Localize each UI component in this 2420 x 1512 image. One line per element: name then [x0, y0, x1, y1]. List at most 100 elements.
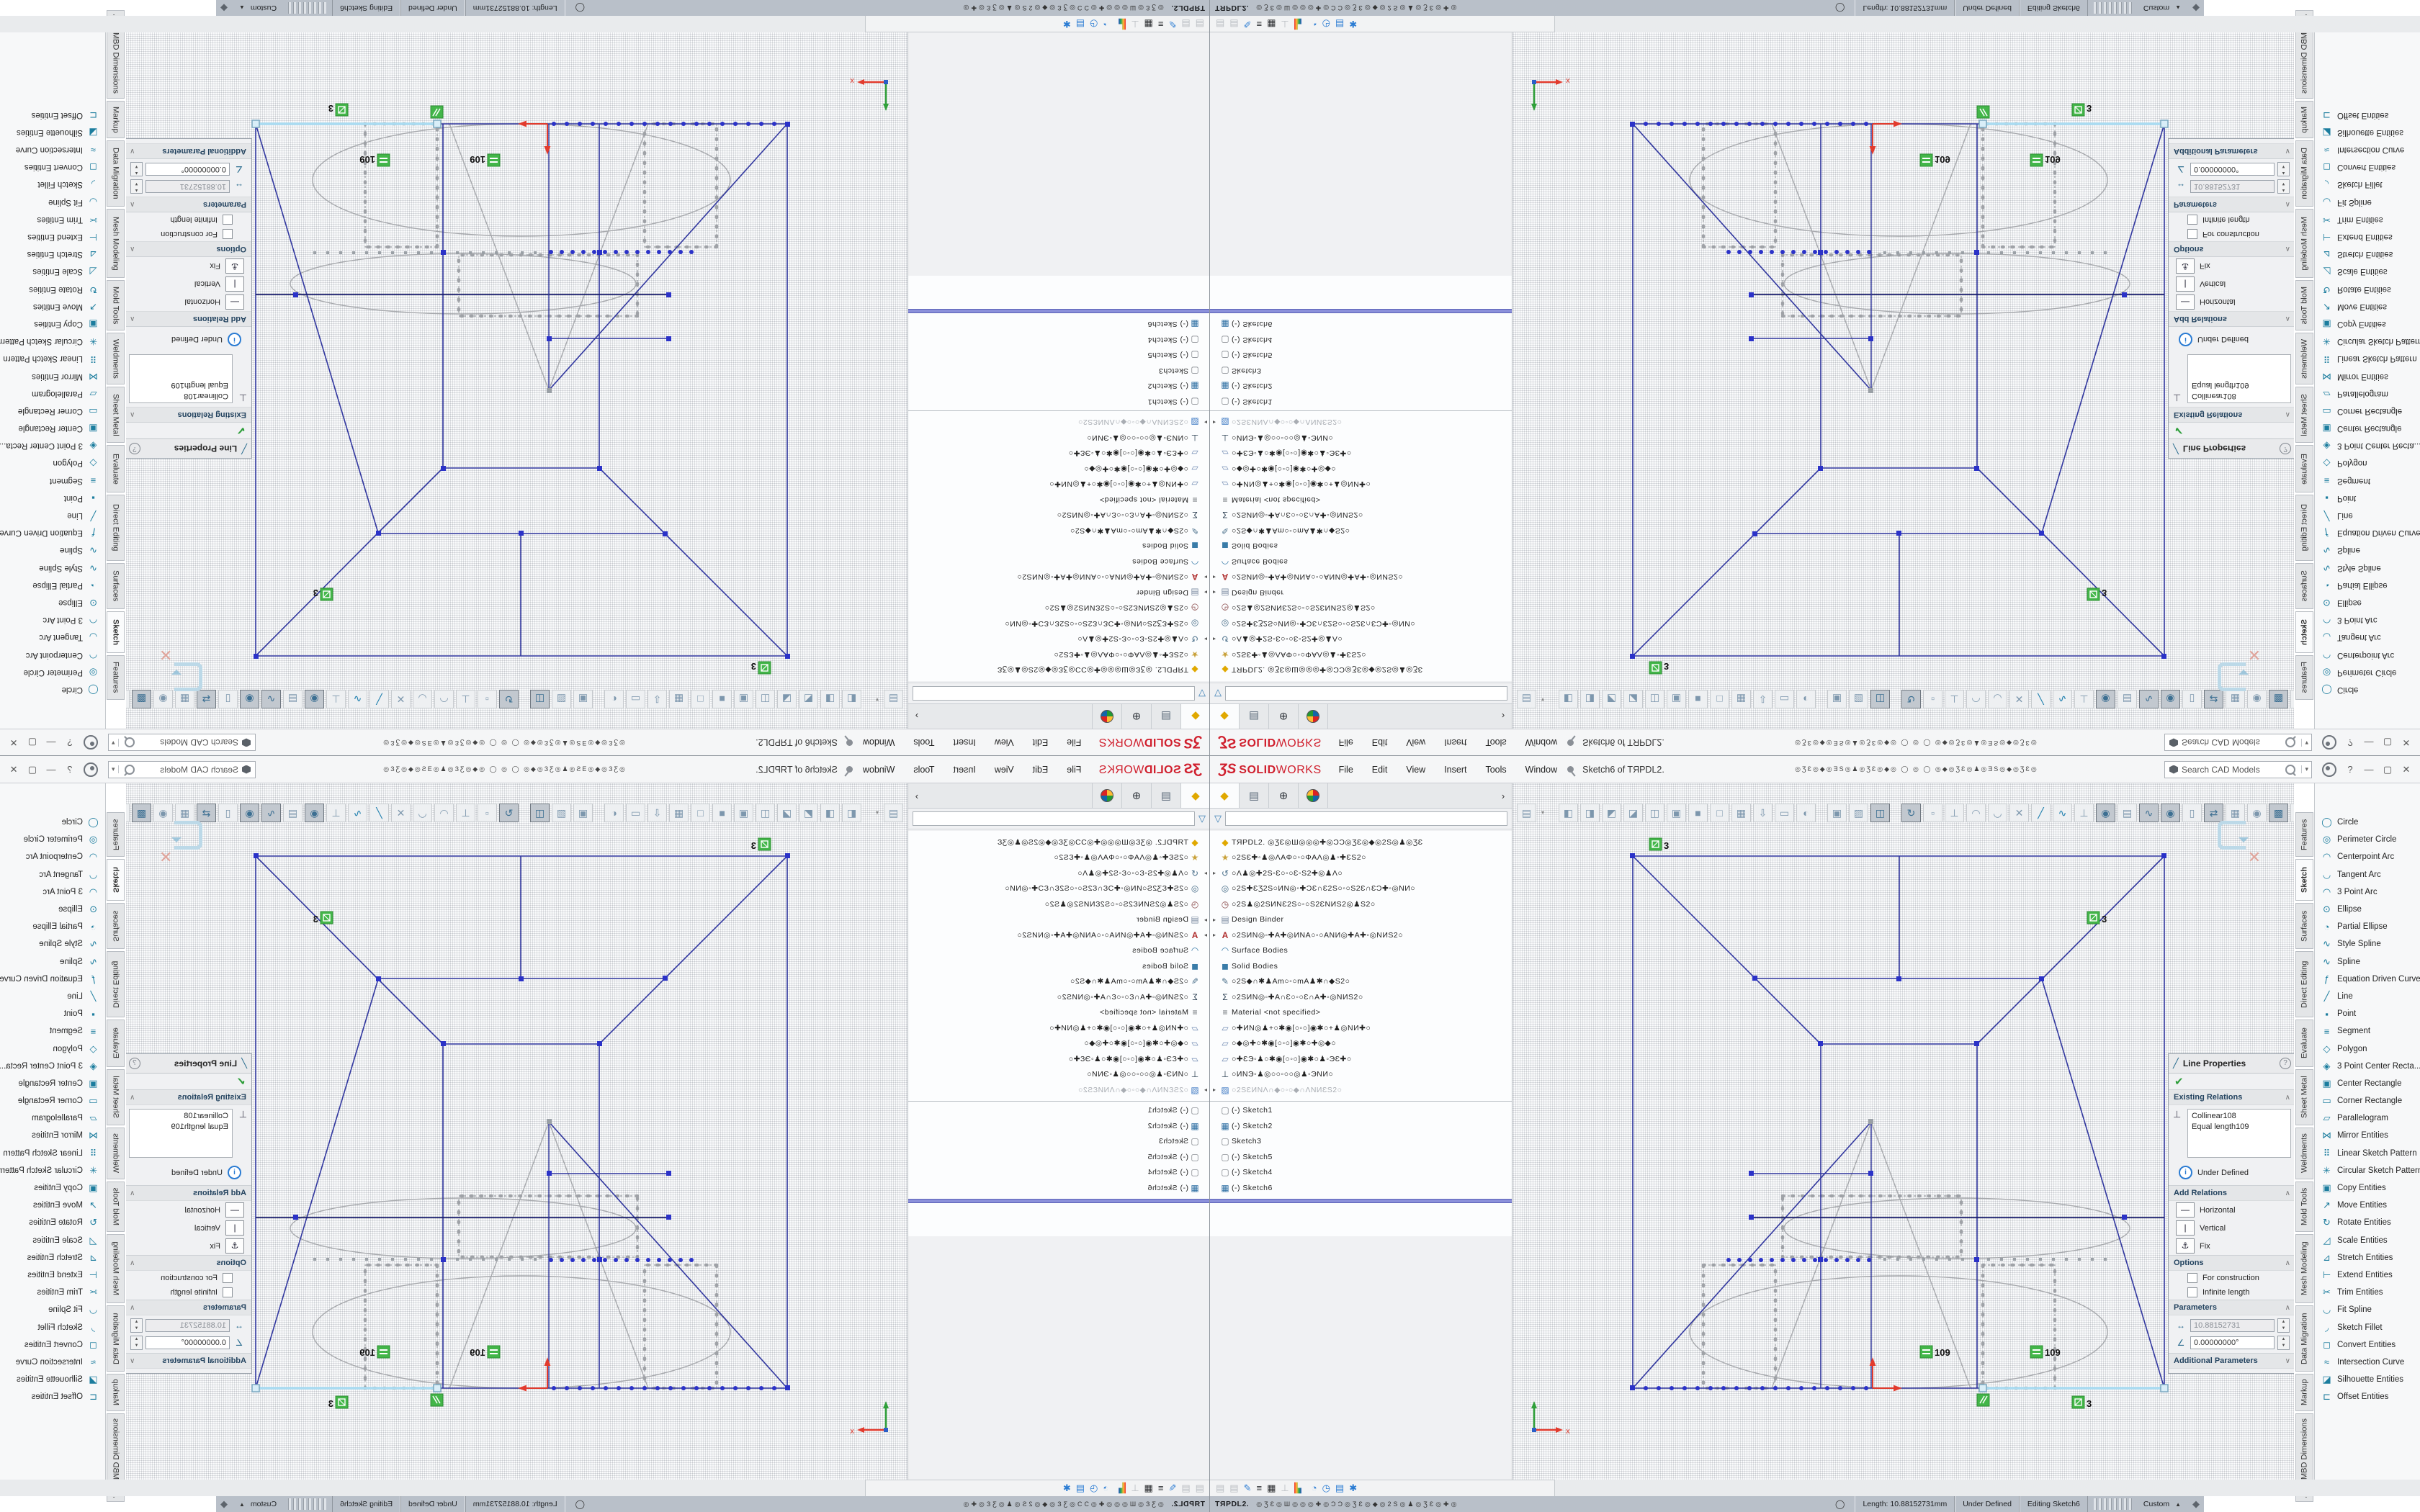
sketch-tool[interactable]: ∿ Spline: [0, 953, 105, 971]
tree-item-sketch[interactable]: ▢ Sketch3: [1210, 363, 1512, 379]
sketch-tool[interactable]: ƒ Equation Driven Curve: [0, 971, 105, 988]
tree-item-sketch[interactable]: ▢ (-) Sketch5: [1210, 1149, 1512, 1165]
sketch-tool[interactable]: ≡ Segment: [0, 1022, 105, 1040]
command-tab[interactable]: Surfaces: [107, 563, 125, 609]
sketch-tool[interactable]: ▱ Parallelogram: [2315, 385, 2420, 402]
tree-item[interactable]: ◷ ○2S♟◎2SИNƐ2S○◦○S2ƐNИS2◎♟S2○: [908, 600, 1210, 616]
sketch-tool[interactable]: ◎ Perimeter Circle: [2315, 831, 2420, 848]
command-tab[interactable]: Mesh Modeling: [107, 209, 125, 278]
sketch-tool[interactable]: ▣ Center Rectangle: [0, 420, 105, 437]
option-row[interactable]: Infinite length: [2169, 212, 2294, 227]
cancel-sketch-icon[interactable]: ✕: [2248, 848, 2261, 867]
menu-item[interactable]: Insert: [954, 738, 976, 748]
menu-item[interactable]: File: [1067, 738, 1081, 748]
menu-item[interactable]: View: [995, 738, 1014, 748]
expand-arrow-icon[interactable]: ▸: [1201, 419, 1210, 426]
filter-input[interactable]: [913, 686, 1195, 701]
tree-item[interactable]: ⊥ ○ИNЭ◦♟◎○○◦○○◎♟◦ЭNИ○: [1210, 1067, 1512, 1083]
sketch-tool[interactable]: ◿ Scale Entities: [2315, 1232, 2420, 1249]
menu-item[interactable]: Edit: [1372, 738, 1388, 748]
sketch-tool[interactable]: ↻ Rotate Entities: [2315, 1214, 2420, 1231]
tree-item-sketch[interactable]: ▢ Sketch3: [1210, 1134, 1512, 1150]
menu-item[interactable]: File: [1067, 765, 1081, 775]
tree-item-sketch[interactable]: ▦ (-) Sketch6: [1210, 1180, 1512, 1196]
command-tab[interactable]: Weldments: [2295, 333, 2313, 384]
status-units-dropdown[interactable]: Custom: [245, 1500, 282, 1508]
sketch-tool[interactable]: ⠿ Linear Sketch Pattern: [2315, 1145, 2420, 1162]
graphics-area[interactable]: ▤▾◧◨◩◪◫▣■□▦⇩▭◐▣▨◫↻▫⊥◠◡✕╱∿⊥◉▤∿◉▯⇄▦◉▩●◉▢: [1512, 783, 2294, 1480]
section-options[interactable]: Options∧: [126, 1255, 251, 1271]
section-add-relations[interactable]: Add Relations∧: [126, 311, 251, 327]
sketch-tool[interactable]: ◯ Circle: [0, 814, 105, 831]
tab-propertymanager[interactable]: ▤: [1151, 704, 1180, 729]
tree-item[interactable]: ⊥ ○ИNЭ◦♟◎○○◦○○◎♟◦ЭNИ○: [908, 430, 1210, 446]
sketch-tool[interactable]: ◡ Tangent Arc: [2315, 629, 2420, 646]
sketch-tool[interactable]: ◯ Circle: [2315, 814, 2420, 831]
sketch-tool[interactable]: ✂ Trim Entities: [0, 211, 105, 228]
sketch-tool[interactable]: ◠ 3 Point Arc: [0, 611, 105, 629]
relation-item[interactable]: Collinear108: [2192, 390, 2287, 401]
tab-displaymanager[interactable]: [1299, 783, 1328, 808]
sketch-tool[interactable]: ◡ Fit Spline: [0, 1301, 105, 1318]
command-tab[interactable]: Evaluate: [2295, 1020, 2313, 1067]
sketch-tool[interactable]: ⊙ Ellipse: [2315, 901, 2420, 918]
filter-input[interactable]: [1225, 686, 1507, 701]
menu-item[interactable]: Tools: [1485, 765, 1506, 775]
sketch-tool[interactable]: ⋈ Mirror Entities: [2315, 367, 2420, 384]
menu-item[interactable]: Window: [863, 765, 895, 775]
panel-toolbar-icon[interactable]: ◷: [1322, 1481, 1330, 1495]
sketch-tool[interactable]: ✳ Circular Sketch Pattern: [2315, 333, 2420, 350]
command-tab[interactable]: Sheet Metal: [2295, 387, 2313, 443]
sketch-tool[interactable]: ◞ Sketch Fillet: [2315, 176, 2420, 193]
tree-item-sketch[interactable]: ▢ (-) Sketch5: [908, 1149, 1210, 1165]
panel-toolbar-icon[interactable]: ▤: [1335, 1481, 1344, 1495]
search-icon[interactable]: [2285, 765, 2295, 775]
tab-displaymanager[interactable]: [1299, 704, 1328, 729]
option-row[interactable]: For construction: [2169, 1271, 2294, 1285]
panel-toolbar-icon[interactable]: ▦: [1267, 17, 1276, 31]
sketch-tool[interactable]: ▣ Copy Entities: [0, 1179, 105, 1197]
command-tab[interactable]: Evaluate: [2295, 445, 2313, 492]
tree-item[interactable]: ▸ ↺ ○Λ♟◎✚2S◦Ɛ○◦○Ɛ◦S2✚◎♟Λ○: [1210, 865, 1512, 881]
sketch-tool[interactable]: ◡ Tangent Arc: [0, 866, 105, 883]
expand-arrow-icon[interactable]: ▸: [1210, 1086, 1219, 1093]
panel-toolbar-icon[interactable]: ✎: [1244, 17, 1252, 31]
minimize-button[interactable]: —: [42, 737, 60, 748]
sketch-tool[interactable]: ∿ Spline: [2315, 953, 2420, 971]
panel-toolbar-icon[interactable]: ⊥: [1131, 1481, 1139, 1495]
sketch-tool[interactable]: ⊢ Extend Entities: [2315, 228, 2420, 246]
help-button[interactable]: ?: [60, 764, 79, 775]
tree-item[interactable]: ▸ ▨ ○2SƐИNΛ∩◆○◦○◆∩ΛNИƐS2○: [1210, 415, 1512, 431]
tree-item[interactable]: ▸ ▤ Design Binder: [908, 912, 1210, 928]
sketch-tool[interactable]: ∿ Spline: [0, 541, 105, 559]
checkbox[interactable]: [2187, 1287, 2197, 1297]
option-row[interactable]: For construction: [126, 1271, 251, 1285]
checkbox[interactable]: [2187, 229, 2197, 239]
sketch-tool[interactable]: ƒ Equation Driven Curve: [0, 524, 105, 541]
tree-item[interactable]: ▱ ○✚ƐЭ◦♟○✱◉[○◦○]◉✱○♟◦ЭƐ✚○: [1210, 1051, 1512, 1067]
command-tab[interactable]: Direct Editing: [107, 951, 125, 1017]
sketch-tool[interactable]: ⊢ Extend Entities: [0, 228, 105, 246]
panel-toolbar-icon[interactable]: ◷: [1090, 17, 1098, 31]
panel-toolbar-icon[interactable]: ▙: [1294, 17, 1301, 31]
tree-item[interactable]: ◠ Surface Bodies: [1210, 554, 1512, 570]
command-tab[interactable]: Data Migration: [2295, 140, 2313, 207]
tree-item-sketch[interactable]: ▦ (-) Sketch2: [908, 1118, 1210, 1134]
sketch-tool[interactable]: ↻ Rotate Entities: [0, 1214, 105, 1231]
sketch-tool[interactable]: ◞ Sketch Fillet: [0, 1318, 105, 1336]
sketch-tool[interactable]: ↗ Move Entities: [0, 298, 105, 315]
close-button[interactable]: ✕: [2397, 737, 2416, 749]
sketch-tool[interactable]: ✂ Trim Entities: [2315, 1284, 2420, 1301]
tree-item[interactable]: ◷ ○2S♟◎2SИNƐ2S○◦○S2ƐNИS2◎♟S2○: [908, 896, 1210, 912]
tree-item-sketch[interactable]: ▢ (-) Sketch4: [908, 1165, 1210, 1181]
sketch-tool[interactable]: ⠿ Linear Sketch Pattern: [0, 1145, 105, 1162]
section-parameters[interactable]: Parameters∧: [126, 1300, 251, 1315]
tree-item[interactable]: ⊥ ○ИNЭ◦♟◎○○◦○○◎♟◦ЭNИ○: [1210, 430, 1512, 446]
tree-item[interactable]: ★ ○2SƐ✚◦♟◎ΛAΦ○◦○ΦAΛ◎♟◦✚ƐS2○: [1210, 647, 1512, 662]
sketch-tool[interactable]: ≈ Intersection Curve: [2315, 141, 2420, 158]
relation-button[interactable]: ⚓ Fix: [2169, 257, 2294, 275]
filter-input[interactable]: [1225, 811, 1507, 826]
tree-item[interactable]: ▱ ○✚ƐЭ◦♟○✱◉[○◦○]◉✱○♟◦ЭƐ✚○: [908, 1051, 1210, 1067]
sketch-tool[interactable]: ◇ Polygon: [0, 454, 105, 472]
tree-item[interactable]: ▸ ↺ ○Λ♟◎✚2S◦Ɛ○◦○Ɛ◦S2✚◎♟Λ○: [1210, 631, 1512, 647]
